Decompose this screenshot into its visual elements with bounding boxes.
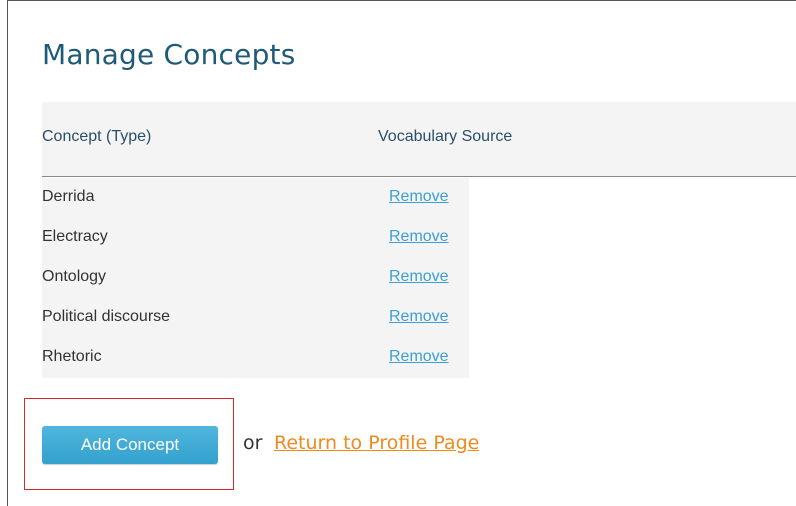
concept-name: Derrida [42,188,95,205]
return-to-profile-link[interactable]: Return to Profile Page [274,432,479,454]
concept-name: Ontology [42,268,107,285]
remove-link[interactable]: Remove [389,228,449,246]
page-title: Manage Concepts [42,38,296,71]
add-concept-button[interactable]: Add Concept [42,426,218,464]
concepts-table-body: Derrida Remove Electracy Remove Ontology… [42,178,469,378]
column-header-vocabulary-source: Vocabulary Source [378,128,513,145]
remove-link[interactable]: Remove [389,268,449,286]
concept-name: Rhetoric [42,348,102,365]
frame-border-left [7,0,8,506]
remove-link[interactable]: Remove [389,348,449,366]
table-row: Political discourse Remove [42,298,469,338]
or-text: or [243,432,263,454]
table-row: Ontology Remove [42,258,469,298]
table-header: Concept (Type) Vocabulary Source [42,102,796,177]
remove-link[interactable]: Remove [389,308,449,326]
frame-border-top [7,0,796,1]
column-header-concept: Concept (Type) [42,128,152,145]
concept-name: Political discourse [42,308,171,325]
concept-name: Electracy [42,228,108,245]
table-row: Electracy Remove [42,218,469,258]
table-row: Derrida Remove [42,178,469,218]
table-row: Rhetoric Remove [42,338,469,378]
remove-link[interactable]: Remove [389,188,449,206]
